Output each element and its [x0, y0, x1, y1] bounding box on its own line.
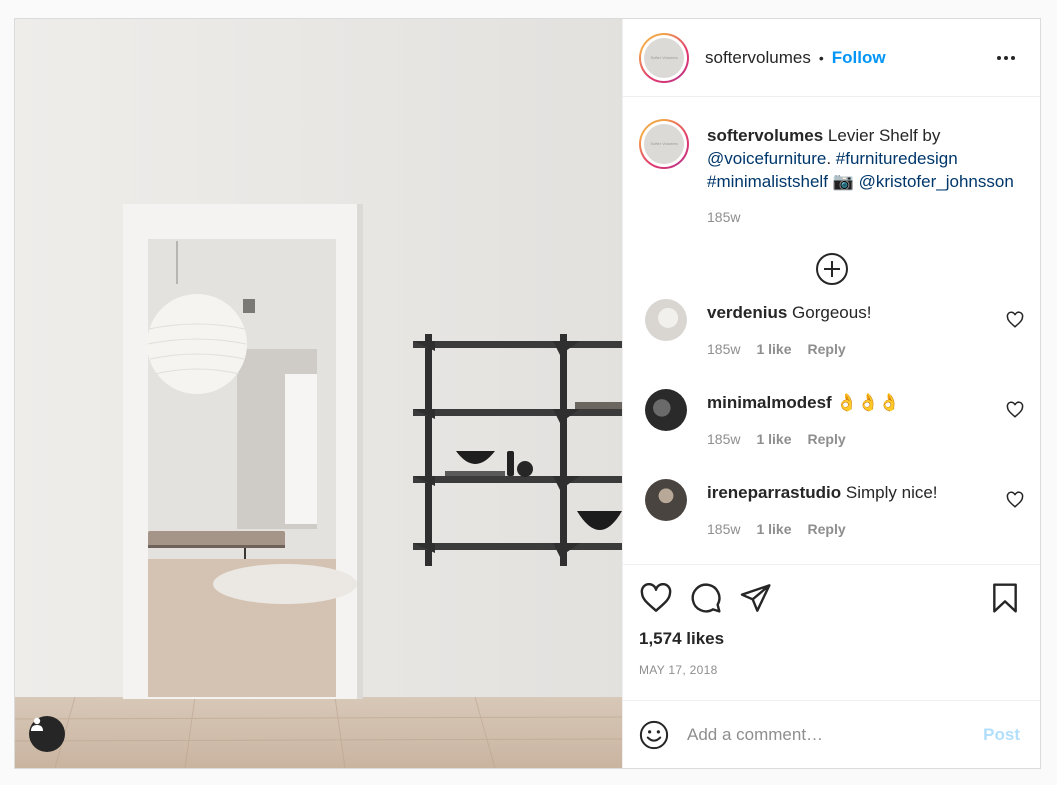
- bookmark-icon: [993, 583, 1017, 613]
- caption: Softer Volumes softervolumes Levier Shel…: [639, 119, 1024, 193]
- story-ring[interactable]: Softer Volumes: [639, 32, 689, 83]
- more-horizontal-icon: [997, 55, 1015, 60]
- comment-time[interactable]: 185w: [707, 341, 740, 357]
- avatar-logo-text: Softer Volumes: [650, 54, 678, 60]
- hashtag-link[interactable]: #minimalistshelf: [707, 172, 828, 191]
- comment-likes[interactable]: 1 like: [756, 521, 791, 537]
- more-options-button[interactable]: [994, 46, 1018, 70]
- comment-avatar[interactable]: [645, 389, 687, 431]
- share-button[interactable]: [739, 581, 773, 615]
- likes-count[interactable]: 1,574 likes: [639, 629, 1024, 649]
- comment-bubble-icon: [691, 583, 721, 613]
- like-comment-heart-icon[interactable]: [1006, 311, 1024, 329]
- user-icon: [31, 717, 43, 731]
- follow-button[interactable]: Follow: [832, 48, 886, 68]
- tagged-users-button[interactable]: [29, 716, 65, 752]
- camera-icon: 📷: [827, 172, 859, 191]
- add-comment-bar: Post: [623, 700, 1040, 768]
- comment-text: 👌👌👌: [831, 393, 900, 412]
- caption-timestamp[interactable]: 185w: [707, 209, 1024, 225]
- mention-link[interactable]: @voicefurniture: [707, 149, 826, 168]
- comment-button[interactable]: [689, 581, 723, 615]
- like-comment-heart-icon[interactable]: [1006, 491, 1024, 509]
- reply-button[interactable]: Reply: [808, 521, 846, 537]
- paper-plane-icon: [740, 584, 771, 612]
- caption-text: softervolumes Levier Shelf by @voicefurn…: [707, 126, 1014, 191]
- caption-avatar: Softer Volumes: [644, 124, 684, 164]
- comment-time[interactable]: 185w: [707, 431, 740, 447]
- post-photo[interactable]: [15, 19, 622, 768]
- load-more-comments-button[interactable]: [815, 253, 848, 285]
- caption-avatar-logo-text: Softer Volumes: [650, 141, 678, 146]
- mention-link[interactable]: @kristofer_johnsson: [859, 172, 1014, 191]
- save-button[interactable]: [988, 581, 1022, 615]
- comment-avatar[interactable]: [645, 299, 687, 341]
- post-side-panel: Softer Volumes softervolumes • Follow So…: [622, 19, 1040, 768]
- comment-username[interactable]: verdenius: [707, 303, 787, 322]
- comment-input[interactable]: [687, 724, 984, 745]
- caption-username[interactable]: softervolumes: [707, 126, 823, 145]
- post-comment-button[interactable]: Post: [983, 725, 1020, 745]
- avatar: Softer Volumes: [644, 37, 684, 78]
- emoji-icon[interactable]: [639, 720, 669, 750]
- interior-photo-illustration: [15, 19, 622, 768]
- comment-time[interactable]: 185w: [707, 521, 740, 537]
- comment-username[interactable]: ireneparrastudio: [707, 483, 841, 502]
- post-card: Softer Volumes softervolumes • Follow So…: [14, 18, 1041, 769]
- comment-item: ireneparrastudio Simply nice! 185w 1 lik…: [639, 479, 1024, 555]
- comment-avatar[interactable]: [645, 479, 687, 521]
- header-separator: •: [818, 49, 824, 66]
- header-username[interactable]: softervolumes: [705, 48, 811, 68]
- post-date[interactable]: MAY 17, 2018: [639, 663, 1024, 677]
- comment-text: Simply nice!: [841, 483, 938, 502]
- like-comment-heart-icon[interactable]: [1006, 401, 1024, 419]
- comment-likes[interactable]: 1 like: [756, 431, 791, 447]
- post-header: Softer Volumes softervolumes • Follow: [623, 19, 1040, 97]
- reply-button[interactable]: Reply: [808, 341, 846, 357]
- comment-username[interactable]: minimalmodesf: [707, 393, 832, 412]
- post-actions: 1,574 likes MAY 17, 2018: [623, 564, 1040, 700]
- heart-icon: [640, 583, 672, 612]
- comments-section[interactable]: Softer Volumes softervolumes Levier Shel…: [623, 97, 1040, 564]
- comment-text: Gorgeous!: [787, 303, 872, 322]
- hashtag-link[interactable]: #furnituredesign: [836, 149, 958, 168]
- comment-item: minimalmodesf 👌👌👌 185w 1 like Reply: [639, 389, 1024, 465]
- reply-button[interactable]: Reply: [808, 431, 846, 447]
- caption-story-ring[interactable]: Softer Volumes: [639, 119, 689, 169]
- like-button[interactable]: [639, 581, 673, 615]
- comment-item: verdenius Gorgeous! 185w 1 like Reply: [639, 299, 1024, 375]
- comment-likes[interactable]: 1 like: [756, 341, 791, 357]
